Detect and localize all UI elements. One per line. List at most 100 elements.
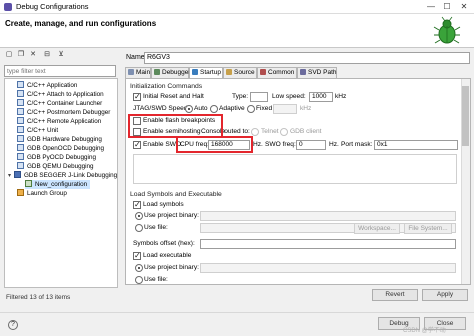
reset-halt-checkbox[interactable] bbox=[133, 92, 141, 102]
delete-icon[interactable]: ✕ bbox=[28, 50, 38, 60]
port-mask-input[interactable]: 0x1 bbox=[374, 140, 458, 150]
tab-common[interactable]: Common bbox=[257, 67, 297, 78]
gdb-icon bbox=[17, 135, 24, 142]
tab-main[interactable]: Main bbox=[125, 67, 151, 78]
help-icon[interactable]: ? bbox=[8, 320, 18, 330]
config-tree: C/C++ Application C/C++ Attach to Applic… bbox=[4, 78, 118, 288]
config-icon bbox=[25, 180, 32, 187]
workspace-button[interactable]: Workspace... bbox=[354, 223, 400, 234]
symbols-offset-input[interactable] bbox=[200, 239, 456, 249]
swo-freq-input[interactable]: 0 bbox=[296, 140, 326, 150]
speed-auto-label: Auto bbox=[194, 105, 208, 112]
tree-item[interactable]: Launch Group bbox=[17, 189, 67, 198]
c-unit-icon bbox=[17, 126, 24, 133]
port-mask-label: Port mask: bbox=[341, 141, 373, 148]
low-speed-label: Low speed: bbox=[272, 93, 306, 100]
init-commands-textarea[interactable] bbox=[133, 154, 457, 184]
use-project-binary-label: Use project binary: bbox=[144, 212, 199, 219]
use-file-label-2: Use file: bbox=[144, 276, 168, 283]
filter-status: Filtered 13 of 13 items bbox=[6, 294, 71, 301]
tree-item[interactable]: GDB OpenOCD Debugging bbox=[17, 144, 104, 153]
tree-item[interactable]: ▾ GDB SEGGER J-Link Debugging bbox=[8, 171, 117, 180]
tree-item[interactable]: C/C++ Container Launcher bbox=[17, 99, 102, 108]
common-tab-icon bbox=[260, 69, 266, 75]
khz-label-1: kHz bbox=[335, 93, 347, 100]
c-app-icon bbox=[17, 99, 24, 106]
speed-adaptive-label: Adaptive bbox=[219, 105, 245, 112]
speed-fixed-label: Fixed bbox=[256, 105, 273, 112]
tree-item[interactable]: GDB PyOCD Debugging bbox=[17, 153, 96, 162]
speed-auto-radio[interactable] bbox=[185, 105, 193, 113]
use-project-binary-radio-2[interactable] bbox=[135, 264, 143, 272]
jtag-speed-label: JTAG/SWD Speed: bbox=[133, 105, 190, 112]
minimize-button[interactable]: — bbox=[424, 1, 438, 13]
collapse-icon[interactable]: ⊟ bbox=[42, 50, 52, 60]
tree-item[interactable]: C/C++ Postmortem Debugger bbox=[17, 108, 110, 117]
reset-halt-label: Initial Reset and Halt bbox=[143, 93, 204, 100]
speed-adaptive-radio[interactable] bbox=[210, 105, 218, 113]
scrollbar-thumb[interactable] bbox=[462, 86, 469, 146]
tree-item[interactable]: C/C++ Application bbox=[17, 81, 77, 90]
tab-svd-path[interactable]: SVD Path bbox=[297, 67, 337, 78]
telnet-checkbox[interactable] bbox=[251, 128, 259, 136]
source-tab-icon bbox=[226, 69, 232, 75]
load-symbols-checkbox[interactable] bbox=[133, 200, 141, 210]
duplicate-icon[interactable]: ❐ bbox=[16, 50, 26, 60]
symbols-offset-label: Symbols offset (hex): bbox=[133, 240, 195, 247]
use-project-binary-radio[interactable] bbox=[135, 212, 143, 220]
new-config-icon[interactable]: ▢ bbox=[4, 50, 14, 60]
c-app-icon bbox=[17, 117, 24, 124]
fixed-speed-input[interactable] bbox=[273, 104, 297, 114]
c-app-icon bbox=[17, 108, 24, 115]
swo-freq-label: SWO freq: bbox=[265, 141, 296, 148]
tab-debugger[interactable]: Debugger bbox=[151, 67, 191, 78]
tree-item[interactable]: C/C++ Attach to Application bbox=[17, 90, 104, 99]
filter-icon[interactable]: ⊻ bbox=[56, 50, 66, 60]
header-title: Create, manage, and run configurations bbox=[5, 19, 157, 28]
load-executable-checkbox[interactable] bbox=[133, 251, 141, 261]
tree-item[interactable]: C/C++ Remote Application bbox=[17, 117, 101, 126]
use-file-label: Use file: bbox=[144, 224, 168, 231]
filter-input[interactable] bbox=[4, 65, 116, 77]
load-executable-label: Load executable bbox=[143, 252, 192, 259]
use-file-radio-2[interactable] bbox=[135, 276, 143, 284]
main-tab-icon bbox=[128, 69, 134, 75]
file-system-button[interactable]: File System... bbox=[404, 223, 452, 234]
routed-to-label: routed to: bbox=[222, 128, 250, 135]
use-file-radio[interactable] bbox=[135, 224, 143, 232]
tree-item[interactable]: C/C++ Unit bbox=[17, 126, 58, 135]
window-title: Debug Configurations bbox=[16, 2, 89, 11]
debug-bug-icon bbox=[433, 16, 461, 44]
revert-button[interactable]: Revert bbox=[372, 289, 418, 301]
watermark: CSDN @学不动 bbox=[403, 328, 446, 334]
eclipse-icon bbox=[4, 3, 12, 11]
gdb-client-checkbox[interactable] bbox=[280, 128, 288, 136]
project-binary-input[interactable] bbox=[200, 211, 456, 221]
highlight-box-options bbox=[128, 114, 223, 138]
tree-item[interactable]: GDB Hardware Debugging bbox=[17, 135, 102, 144]
highlight-box-cpu-freq bbox=[176, 136, 253, 153]
enable-swo-checkbox[interactable] bbox=[133, 140, 141, 150]
khz-label-2: kHz bbox=[300, 105, 312, 112]
close-window-button[interactable]: ✕ bbox=[457, 1, 471, 13]
project-binary-input-2[interactable] bbox=[200, 263, 456, 273]
tree-item[interactable]: GDB QEMU Debugging bbox=[17, 162, 94, 171]
gdb-icon bbox=[17, 144, 24, 151]
low-speed-input[interactable]: 1000 bbox=[309, 92, 333, 102]
debugger-tab-icon bbox=[154, 69, 160, 75]
c-app-icon bbox=[17, 90, 24, 97]
telnet-label: Telnet bbox=[261, 128, 279, 135]
apply-button[interactable]: Apply bbox=[422, 289, 468, 301]
launch-group-icon bbox=[17, 189, 24, 196]
startup-tab-icon bbox=[192, 69, 198, 75]
init-group-title: Initialization Commands bbox=[130, 83, 203, 90]
speed-fixed-radio[interactable] bbox=[247, 105, 255, 113]
hz-label-2: Hz. bbox=[329, 141, 339, 148]
dialog-header: Create, manage, and run configurations bbox=[0, 14, 474, 48]
tree-item-selected[interactable]: New_configuration bbox=[25, 180, 91, 189]
tab-source[interactable]: Source bbox=[223, 67, 257, 78]
name-input[interactable]: R6GV3 bbox=[144, 52, 470, 64]
gdb-icon bbox=[17, 162, 24, 169]
type-input[interactable] bbox=[250, 92, 268, 102]
maximize-button[interactable]: ☐ bbox=[440, 1, 454, 13]
